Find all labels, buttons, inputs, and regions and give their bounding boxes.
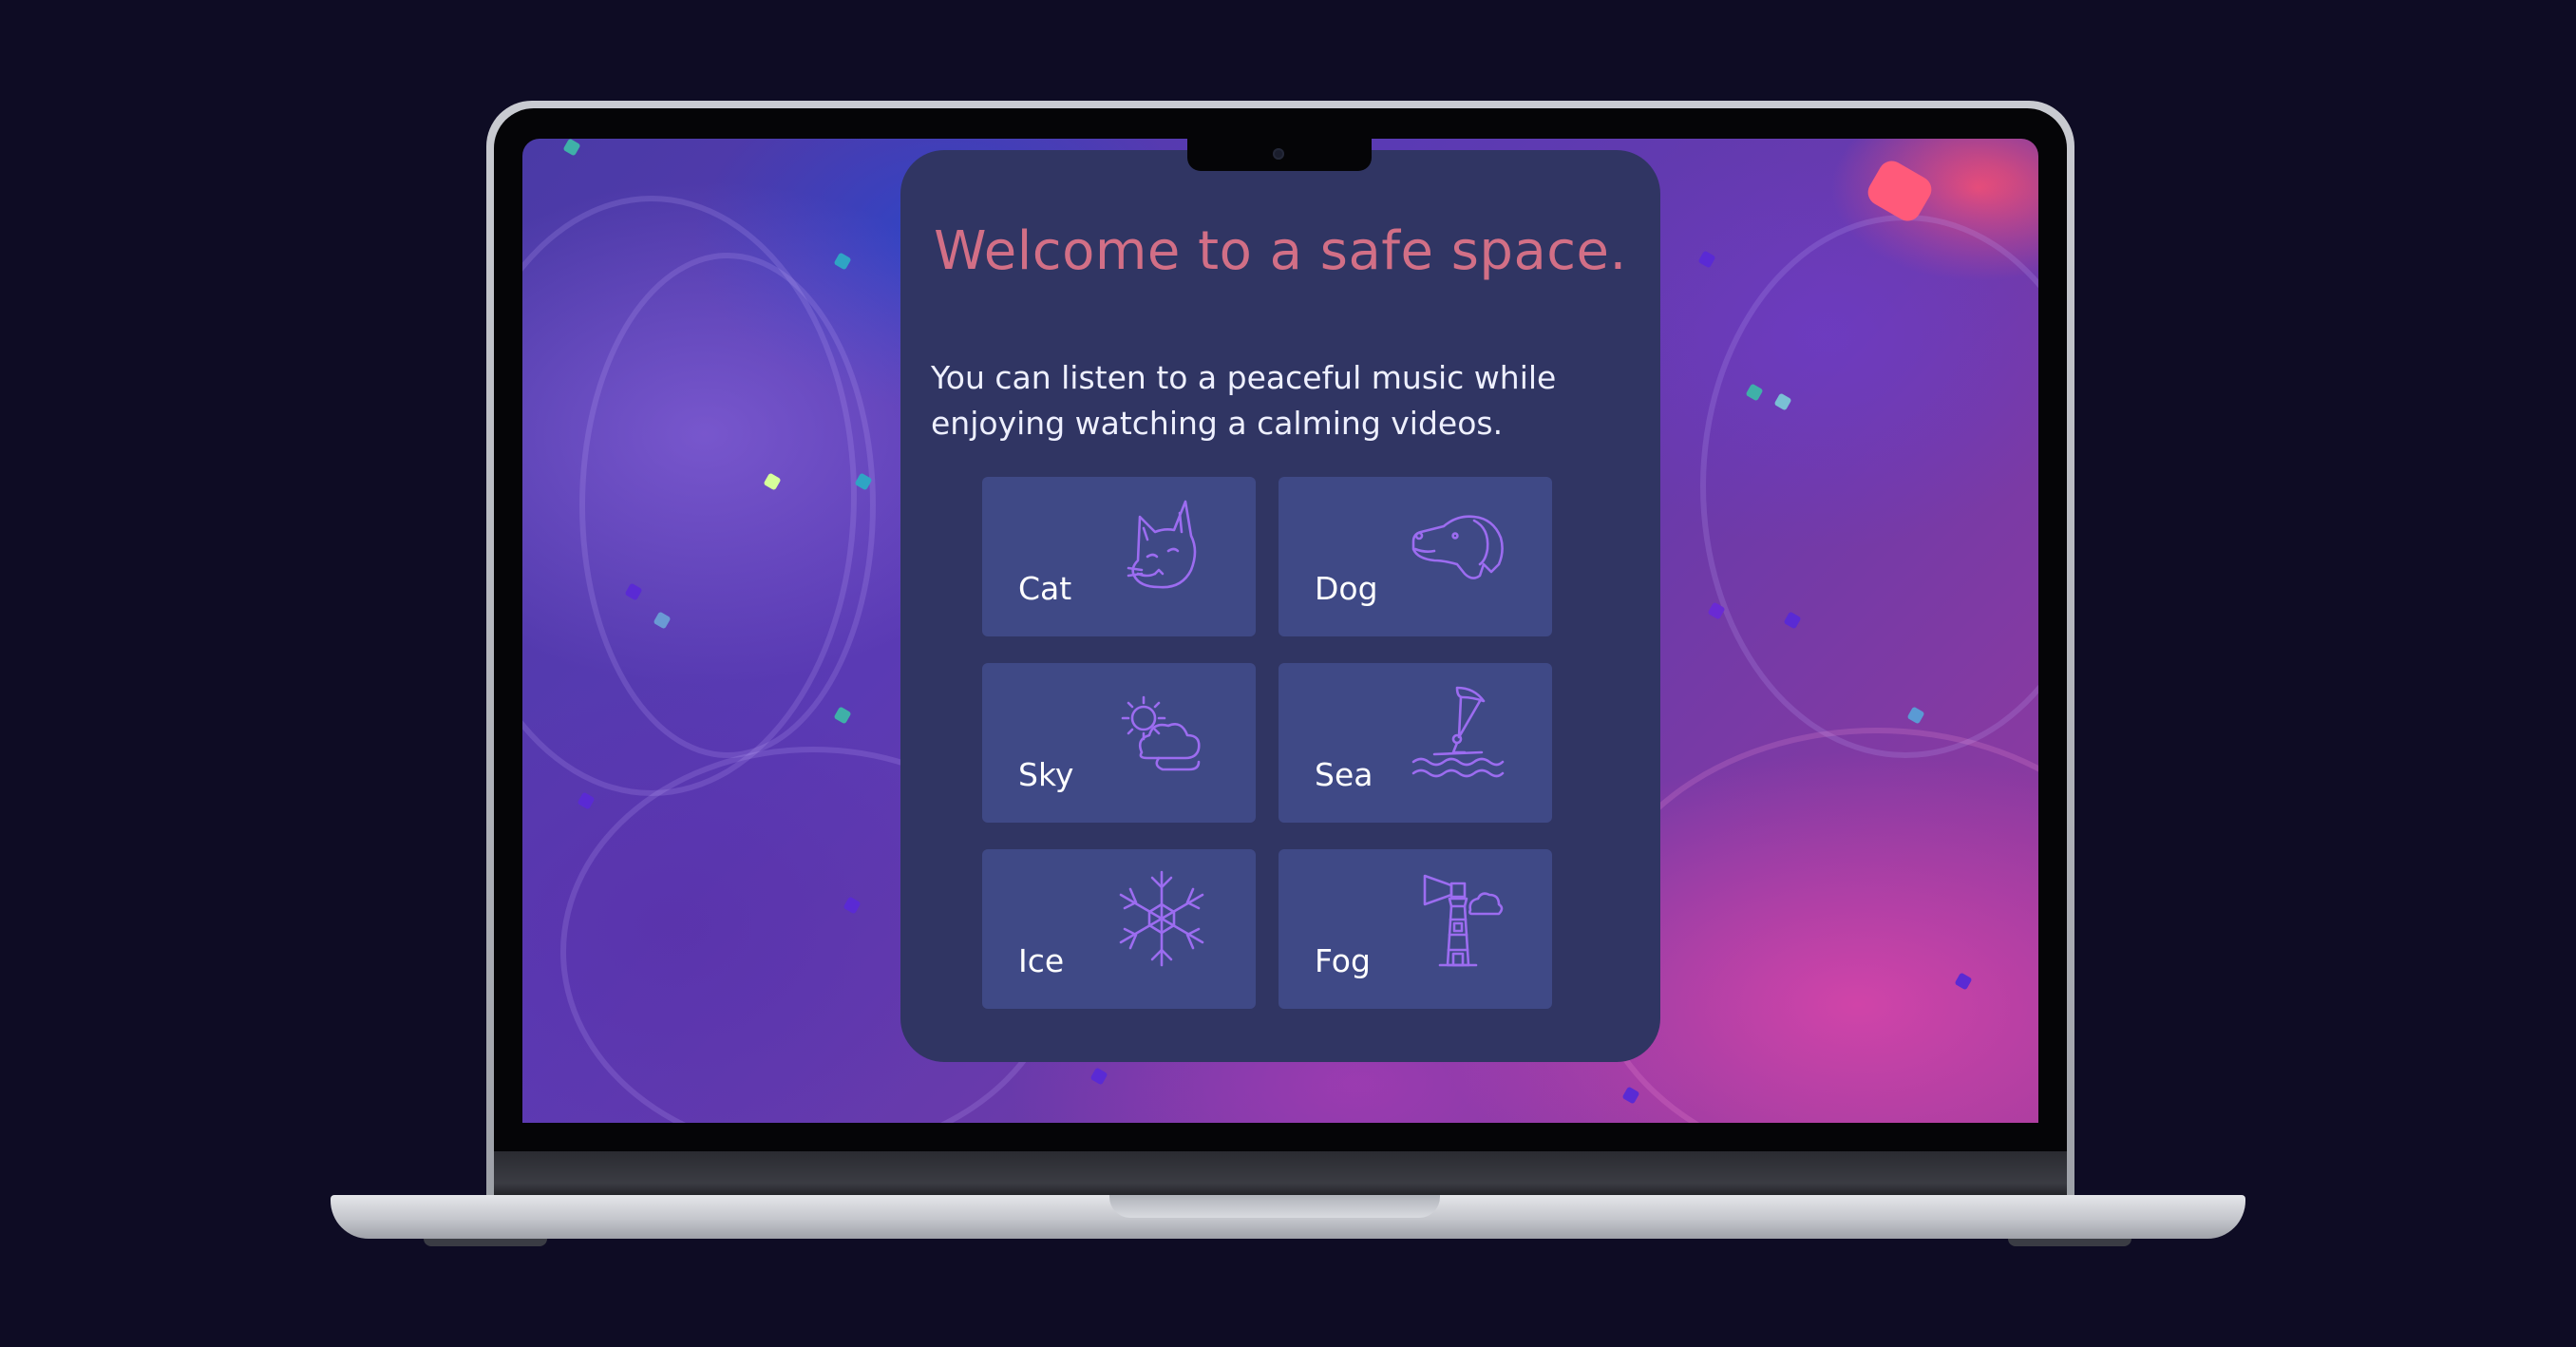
tile-label: Cat <box>1018 570 1072 607</box>
cloud-sun-icon <box>1109 680 1214 785</box>
glitter-speck <box>1089 1067 1108 1086</box>
bezel-bottom <box>494 1123 2067 1151</box>
tile-label: Sea <box>1315 756 1373 793</box>
background-swirl <box>579 253 876 758</box>
screen-notch <box>1187 139 1372 171</box>
tile-fog[interactable]: Fog <box>1279 849 1552 1009</box>
lighthouse-icon <box>1406 866 1510 971</box>
glitter-speck <box>833 252 852 271</box>
welcome-description: You can listen to a peaceful music while… <box>931 355 1596 446</box>
cat-icon <box>1109 494 1214 598</box>
mockup-stage: Welcome to a safe space. You can listen … <box>0 0 2576 1347</box>
dog-icon <box>1406 494 1510 598</box>
background-swirl <box>1700 215 2038 758</box>
laptop-base <box>331 1195 2245 1239</box>
glitter-speck <box>833 706 852 725</box>
welcome-card: Welcome to a safe space. You can listen … <box>900 150 1660 1062</box>
glitter-speck <box>577 791 596 810</box>
tile-label: Fog <box>1315 942 1371 979</box>
tile-label: Dog <box>1315 570 1378 607</box>
page-title: Welcome to a safe space. <box>934 220 1627 282</box>
tile-dog[interactable]: Dog <box>1279 477 1552 636</box>
description-line: enjoying watching a calming videos. <box>931 405 1504 442</box>
tile-label: Ice <box>1018 942 1065 979</box>
laptop-foot <box>424 1239 547 1246</box>
tile-label: Sky <box>1018 756 1074 793</box>
tile-cat[interactable]: Cat <box>982 477 1256 636</box>
glitter-speck <box>1621 1086 1640 1105</box>
glitter-speck <box>1697 250 1716 269</box>
kitesurf-icon <box>1406 680 1510 785</box>
trackpad-notch <box>1109 1195 1440 1218</box>
laptop-foot <box>2008 1239 2131 1246</box>
tile-sky[interactable]: Sky <box>982 663 1256 823</box>
tile-sea[interactable]: Sea <box>1279 663 1552 823</box>
glitter-speck <box>562 139 581 157</box>
snowflake-icon <box>1109 866 1214 971</box>
camera-icon <box>1273 148 1284 160</box>
laptop-hinge <box>494 1151 2067 1197</box>
tile-ice[interactable]: Ice <box>982 849 1256 1009</box>
description-line: You can listen to a peaceful music while <box>931 359 1557 396</box>
